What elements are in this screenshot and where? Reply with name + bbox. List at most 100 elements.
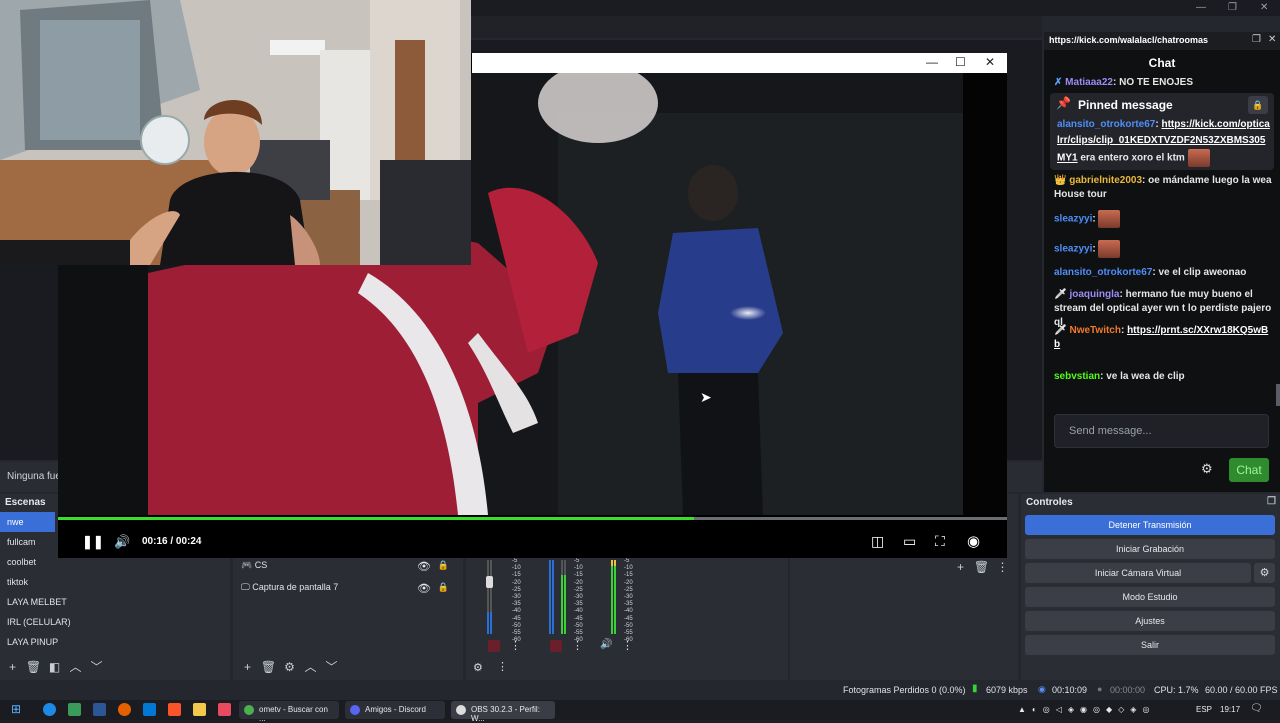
speaker-icon[interactable]: 🔊 [600, 639, 612, 650]
stop-stream-button[interactable]: Detener Transmisión [1025, 515, 1275, 535]
edge-icon[interactable] [43, 703, 56, 716]
chat-username[interactable]: gabrielnite2003 [1069, 175, 1142, 186]
source-item[interactable]: 🖵 Captura de pantalla 7 👁 🔒 [241, 582, 461, 600]
exit-button[interactable]: Salir [1025, 635, 1275, 655]
miniplayer-icon[interactable]: ◫ [871, 533, 884, 550]
firefox-icon[interactable] [118, 703, 131, 716]
chat-username[interactable]: sleazyyi [1054, 214, 1092, 225]
app-icon[interactable] [143, 703, 156, 716]
close-icon[interactable]: ✕ [1260, 2, 1268, 13]
add-scene-icon[interactable]: + [2, 660, 23, 674]
chat-username[interactable]: NweTwitch [1069, 325, 1120, 336]
chat-username[interactable]: sebvstian [1054, 371, 1100, 382]
studio-mode-button[interactable]: Modo Estudio [1025, 587, 1275, 607]
chat-username[interactable]: sleazyyi [1054, 244, 1092, 255]
minimize-icon[interactable]: — [926, 55, 938, 69]
close-icon[interactable]: ✕ [1268, 34, 1276, 45]
meter-tick-label: -10 [512, 565, 521, 572]
folder-icon[interactable] [193, 703, 206, 716]
gear-icon[interactable]: ⚙ [279, 660, 300, 674]
gear-icon[interactable]: ⚙ [1201, 461, 1213, 477]
chat-text: ve el clip aweonao [1158, 267, 1247, 278]
scene-item[interactable]: LAYA PINUP [0, 632, 228, 652]
mixer-settings-icon[interactable]: ⚙ [473, 661, 483, 674]
clock[interactable]: 19:17 [1220, 705, 1240, 714]
start-virtual-cam-button[interactable]: Iniciar Cámara Virtual [1025, 563, 1251, 583]
remove-transition-icon[interactable]: 🗑 [971, 560, 992, 574]
more-options-icon[interactable]: ⋮ [622, 639, 633, 652]
language-indicator[interactable]: ESP [1196, 705, 1212, 714]
progress-bar[interactable] [58, 517, 1007, 520]
lock-icon[interactable]: 🔒 [438, 560, 449, 571]
meter-tick-label: -55 [574, 630, 583, 637]
chat-dock-titlebar: https://kick.com/walalacl/chatroomas ❐ ✕ [1044, 32, 1280, 50]
scene-item[interactable]: IRL (CELULAR) [0, 612, 228, 632]
visibility-eye-icon[interactable]: 👁 [417, 560, 431, 573]
gear-icon[interactable]: ⚙ [1254, 563, 1275, 583]
store-icon[interactable] [68, 703, 81, 716]
add-transition-icon[interactable]: + [950, 560, 971, 574]
maximize-icon[interactable]: ☐ [955, 55, 966, 69]
more-options-icon[interactable]: ⋮ [992, 560, 1013, 574]
scene-item[interactable]: tiktok [0, 572, 228, 592]
mail-icon[interactable] [93, 703, 106, 716]
taskbar-app-chrome[interactable]: ometv - Buscar con ... [239, 701, 339, 723]
brave-icon[interactable] [168, 703, 181, 716]
filters-icon[interactable]: ◧ [44, 660, 65, 674]
visibility-eye-icon[interactable]: 👁 [417, 582, 431, 595]
scene-item[interactable]: nwe [0, 512, 55, 532]
undock-icon[interactable]: ❐ [1252, 34, 1261, 45]
maximize-icon[interactable]: ❐ [1228, 2, 1237, 13]
remove-source-icon[interactable]: 🗑 [258, 660, 279, 674]
chat-username[interactable]: joaquingla [1069, 289, 1119, 300]
mute-icon[interactable] [488, 640, 500, 652]
volume-icon[interactable]: 🔊 [114, 534, 130, 550]
close-icon[interactable]: ✕ [985, 55, 995, 69]
taskbar-app-obs[interactable]: OBS 30.2.3 - Perfil: W... [451, 701, 555, 723]
app-icon[interactable] [218, 703, 231, 716]
more-options-icon[interactable]: ⋮ [510, 639, 521, 652]
mute-icon[interactable] [550, 640, 562, 652]
undock-icon[interactable]: ❐ [1267, 496, 1276, 507]
notification-icon[interactable]: 🗨 [1250, 703, 1263, 714]
windows-taskbar: ⊞ ometv - Buscar con ... Amigos - Discor… [0, 700, 1280, 723]
move-up-icon[interactable]: ︿ [300, 658, 321, 675]
meter-tick-label: -50 [624, 622, 633, 629]
move-down-icon[interactable]: ﹀ [86, 658, 107, 675]
theater-mode-icon[interactable]: ▭ [903, 533, 916, 550]
current-time: 00:16 [142, 536, 168, 547]
meter-tick-label: -55 [512, 630, 521, 637]
remove-scene-icon[interactable]: 🗑 [23, 660, 44, 674]
scene-item[interactable]: LAYA MELBET [0, 592, 228, 612]
playback-speed-icon[interactable]: ◉ [967, 532, 980, 550]
chat-message: 🗡 NweTwitch: https://prnt.sc/XXrw18KQ5wB… [1054, 325, 1269, 350]
more-options-icon[interactable]: ⋮ [497, 660, 508, 673]
lock-icon[interactable]: 🔒 [438, 582, 449, 593]
chat-username[interactable]: alansito_otrokorte67 [1054, 267, 1152, 278]
windows-start-icon[interactable]: ⊞ [11, 702, 24, 716]
start-recording-button[interactable]: Iniciar Grabación [1025, 539, 1275, 559]
add-source-icon[interactable]: + [237, 660, 258, 674]
fps: 60.00 / 60.00 FPS [1205, 685, 1278, 695]
chat-send-button[interactable]: Chat [1229, 458, 1269, 482]
move-down-icon[interactable]: ﹀ [321, 658, 342, 675]
bitrate-icon: ▮ [972, 683, 978, 694]
webcam-content [0, 0, 471, 265]
system-tray-icons[interactable]: ▲◐◎◁◈◉◎◆◇◈◎ [1018, 705, 1155, 714]
lock-icon[interactable]: 🔒 [1248, 96, 1268, 114]
chat-title: Chat [1148, 56, 1176, 70]
minimize-icon[interactable]: — [1196, 2, 1206, 13]
fullscreen-icon[interactable]: ⛶ [935, 533, 945, 550]
settings-button[interactable]: Ajustes [1025, 611, 1275, 631]
move-up-icon[interactable]: ︿ [65, 658, 86, 675]
more-options-icon[interactable]: ⋮ [572, 639, 583, 652]
pause-icon[interactable]: ❚❚ [82, 534, 104, 550]
chat-input[interactable]: Send message... [1054, 414, 1269, 448]
volume-slider-handle[interactable] [486, 576, 493, 588]
badge-icon: 🗡 [1054, 325, 1070, 336]
chat-scrollbar[interactable] [1276, 384, 1280, 406]
taskbar-app-discord[interactable]: Amigos - Discord [345, 701, 445, 719]
bitrate: 6079 kbps [986, 685, 1028, 695]
meter-tick-label: -35 [512, 601, 521, 608]
source-item[interactable]: 🎮 CS 👁 🔒 [241, 560, 461, 578]
